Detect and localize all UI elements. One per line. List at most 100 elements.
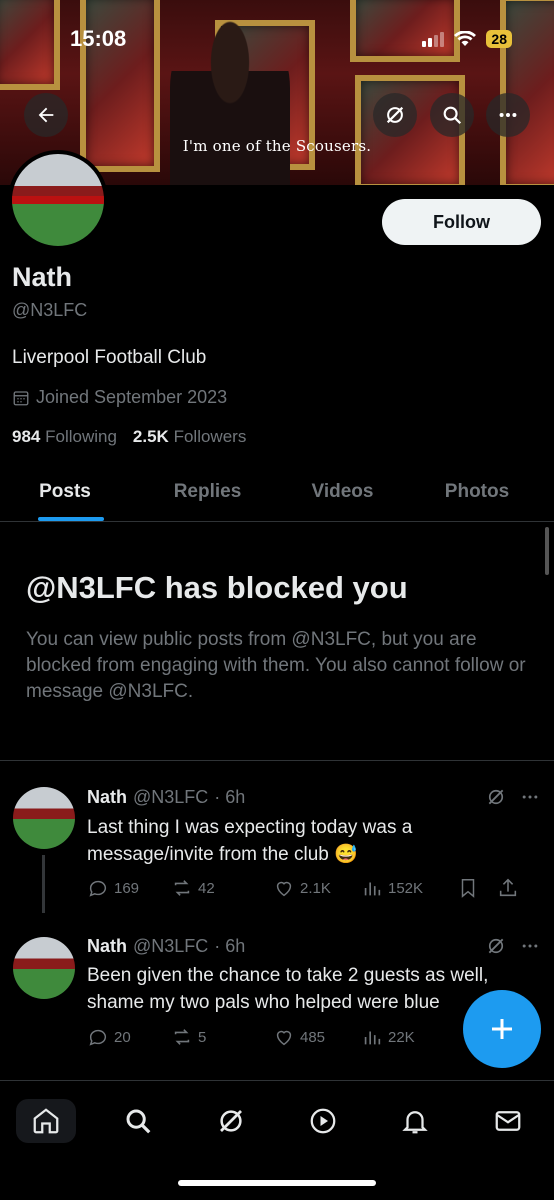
post-author-handle[interactable]: @N3LFC xyxy=(133,787,208,808)
repost-icon xyxy=(174,1029,190,1045)
banner-person xyxy=(170,20,290,185)
wifi-icon xyxy=(454,31,477,46)
views-count: 152K xyxy=(388,879,424,897)
mail-icon xyxy=(495,1111,521,1131)
heart-icon xyxy=(276,881,292,897)
nav-messages[interactable] xyxy=(478,1099,538,1143)
play-circle-icon xyxy=(310,1108,336,1134)
post-time: · 6h xyxy=(214,787,246,807)
joined-date: Joined September 2023 xyxy=(36,387,228,407)
plus-icon xyxy=(492,1019,512,1039)
tab-replies[interactable]: Replies xyxy=(130,465,285,521)
like-count: 485 xyxy=(300,1028,326,1046)
search-icon xyxy=(443,106,462,125)
post-top-icons xyxy=(486,787,540,807)
views-button[interactable]: 152K xyxy=(361,877,461,899)
banner-frame xyxy=(0,0,60,90)
nav-video[interactable] xyxy=(293,1099,353,1143)
arrow-left-icon xyxy=(38,107,54,123)
compose-button[interactable] xyxy=(463,990,541,1068)
following-count: 984 xyxy=(12,427,41,446)
profile-tabs: Posts Replies Videos Photos xyxy=(0,465,554,522)
following-label: Following xyxy=(45,427,117,446)
battery-indicator: 28 xyxy=(486,30,512,48)
search-button[interactable] xyxy=(430,93,474,137)
back-button[interactable] xyxy=(24,93,68,137)
heart-icon xyxy=(276,1030,292,1046)
banner-caption: I'm one of the Scousers. xyxy=(182,137,372,155)
like-button[interactable]: 485 xyxy=(273,1026,361,1048)
views-icon xyxy=(364,1031,381,1045)
nav-grok[interactable] xyxy=(201,1099,261,1143)
nav-search[interactable] xyxy=(108,1099,168,1143)
home-indicator[interactable] xyxy=(178,1180,376,1186)
share-icon[interactable] xyxy=(497,877,519,899)
tab-photos[interactable]: Photos xyxy=(400,465,554,521)
post-time: · 6h xyxy=(214,936,246,956)
scrollbar[interactable] xyxy=(545,527,549,575)
more-horizontal-icon[interactable] xyxy=(520,936,540,956)
like-button[interactable]: 2.1K xyxy=(273,877,361,899)
bookmark-icon[interactable] xyxy=(457,877,479,899)
status-time: 15:08 xyxy=(70,26,127,51)
tab-videos[interactable]: Videos xyxy=(285,465,400,521)
repost-button[interactable]: 42 xyxy=(171,877,273,899)
reply-button[interactable]: 169 xyxy=(87,877,171,899)
views-icon xyxy=(364,882,381,896)
divider xyxy=(0,760,554,761)
post[interactable]: Nath @N3LFC · 6h Last thing I was expect… xyxy=(0,783,554,933)
grok-icon[interactable] xyxy=(486,936,506,956)
following-link[interactable]: 984 Following xyxy=(12,427,117,447)
followers-link[interactable]: 2.5K Followers xyxy=(133,427,246,447)
post-text: Last thing I was expecting today was a m… xyxy=(87,817,413,865)
follow-button[interactable]: Follow xyxy=(382,199,541,245)
reply-icon xyxy=(89,880,107,897)
post-author-handle[interactable]: @N3LFC xyxy=(133,936,208,957)
like-count: 2.1K xyxy=(300,879,331,897)
calendar-icon xyxy=(13,390,29,405)
profile-name: Nath xyxy=(12,262,72,292)
more-horizontal-icon[interactable] xyxy=(520,787,540,807)
grok-icon[interactable] xyxy=(486,787,506,807)
post-author-name[interactable]: Nath xyxy=(87,936,127,957)
post-text: Been given the chance to take 2 guests a… xyxy=(87,965,489,1013)
reply-icon xyxy=(89,1029,107,1046)
repost-button[interactable]: 5 xyxy=(171,1026,273,1048)
post-author-name[interactable]: Nath xyxy=(87,787,127,808)
nav-notifications[interactable] xyxy=(385,1099,445,1143)
post-actions: 169 42 2.1K 152K xyxy=(87,877,537,899)
post-avatar[interactable] xyxy=(13,787,75,849)
profile-joined: Joined September 2023 xyxy=(12,387,227,408)
repost-icon xyxy=(174,880,190,896)
views-button[interactable]: 22K xyxy=(361,1026,461,1048)
reply-count: 20 xyxy=(114,1028,131,1046)
profile-bio: Liverpool Football Club xyxy=(12,347,207,368)
profile-avatar[interactable] xyxy=(8,150,108,250)
search-icon xyxy=(126,1109,151,1134)
signal-icon xyxy=(422,31,445,47)
reply-button[interactable]: 20 xyxy=(87,1026,171,1048)
status-indicators: 28 xyxy=(422,30,512,48)
nav-home[interactable] xyxy=(16,1099,77,1143)
tab-posts[interactable]: Posts xyxy=(0,465,130,521)
profile-handle: @N3LFC xyxy=(12,300,88,320)
post-header: Nath @N3LFC · 6h xyxy=(87,936,245,957)
grok-icon xyxy=(219,1110,242,1132)
blocked-description: You can view public posts from @N3LFC, b… xyxy=(26,629,526,702)
post-header: Nath @N3LFC · 6h xyxy=(87,787,245,808)
bell-icon xyxy=(402,1111,429,1134)
views-count: 22K xyxy=(388,1028,415,1046)
more-horizontal-icon xyxy=(499,112,517,118)
grok-button[interactable] xyxy=(373,93,417,137)
thread-line xyxy=(42,855,45,913)
followers-count: 2.5K xyxy=(132,427,169,446)
repost-count: 42 xyxy=(198,879,215,897)
reply-count: 169 xyxy=(114,879,140,897)
post-avatar[interactable] xyxy=(13,937,75,999)
grok-icon xyxy=(386,106,404,124)
followers-label: Followers xyxy=(173,427,247,446)
more-button[interactable] xyxy=(486,93,530,137)
post-top-icons xyxy=(486,936,540,956)
blocked-title: @N3LFC has blocked you xyxy=(26,570,408,605)
follow-stats: 984 Following 2.5K Followers xyxy=(12,427,246,447)
